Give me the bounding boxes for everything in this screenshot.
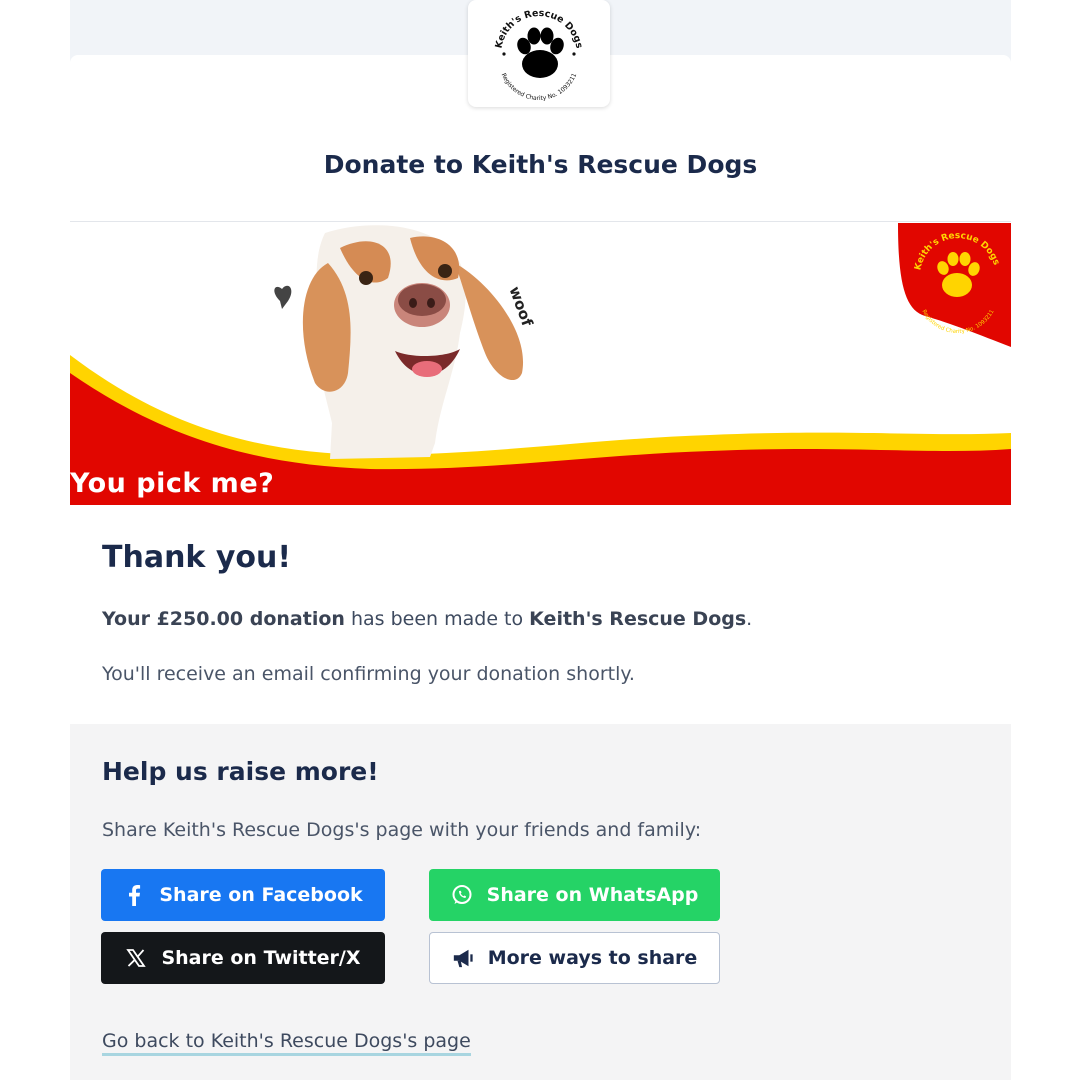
more-ways-to-share-button[interactable]: More ways to share	[429, 932, 720, 984]
share-twitter-label: Share on Twitter/X	[161, 947, 361, 969]
back-to-charity-link[interactable]: Go back to Keith's Rescue Dogs's page	[102, 1030, 471, 1056]
share-whatsapp-label: Share on WhatsApp	[486, 884, 699, 906]
share-facebook-label: Share on Facebook	[159, 884, 363, 906]
share-heading: Help us raise more!	[102, 757, 379, 786]
confirmation-middle: has been made to	[344, 608, 530, 630]
confirmation-end: .	[746, 608, 753, 630]
charity-banner: woof Keith's Rescue Dogs Registered Char…	[70, 223, 1011, 505]
charity-name: Keith's Rescue Dogs	[529, 608, 747, 630]
heart-icon	[274, 285, 292, 309]
thank-you-heading: Thank you!	[102, 540, 292, 575]
banner-artwork: woof Keith's Rescue Dogs Registered Char…	[70, 223, 1011, 505]
share-twitter-button[interactable]: Share on Twitter/X	[101, 932, 385, 984]
email-note: You'll receive an email confirming your …	[102, 663, 635, 685]
dog-illustration	[302, 225, 524, 459]
page-title: Donate to Keith's Rescue Dogs	[323, 150, 758, 179]
svg-text:Keith's Rescue Dogs: Keith's Rescue Dogs	[493, 7, 584, 49]
share-panel: Help us raise more! Share Keith's Rescue…	[70, 724, 1011, 1080]
donation-amount: Your £250.00 donation	[102, 608, 345, 630]
x-icon	[125, 947, 147, 969]
share-facebook-button[interactable]: Share on Facebook	[101, 869, 385, 921]
divider	[70, 221, 1011, 222]
facebook-icon	[123, 884, 145, 906]
share-whatsapp-button[interactable]: Share on WhatsApp	[429, 869, 720, 921]
share-description: Share Keith's Rescue Dogs's page with yo…	[102, 819, 702, 841]
donation-confirmation-text: Your £250.00 donation has been made to K…	[102, 608, 752, 630]
more-ways-label: More ways to share	[487, 947, 698, 969]
paw-logo-icon: Keith's Rescue Dogs Registered Charity N…	[493, 7, 584, 101]
megaphone-icon	[452, 947, 474, 969]
page-frame: Keith's Rescue Dogs Registered Charity N…	[70, 0, 1011, 1080]
charity-logo: Keith's Rescue Dogs Registered Charity N…	[468, 0, 610, 107]
banner-caption: You pick me?	[70, 468, 275, 499]
whatsapp-icon	[451, 884, 473, 906]
